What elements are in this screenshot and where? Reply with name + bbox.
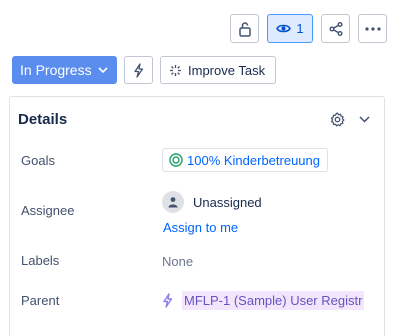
user-icon xyxy=(168,197,178,208)
chevron-down-icon[interactable] xyxy=(359,115,370,123)
issue-toolbar: 1 xyxy=(230,14,387,43)
details-header[interactable]: Details xyxy=(10,97,384,141)
issue-actions: In Progress Improve Task xyxy=(12,56,277,84)
chevron-down-icon xyxy=(98,67,108,73)
improve-task-label: Improve Task xyxy=(188,62,266,78)
assignee-value: Unassigned xyxy=(193,194,262,210)
share-button[interactable] xyxy=(321,14,350,43)
more-actions-button[interactable] xyxy=(358,14,387,43)
lightning-icon xyxy=(134,62,144,78)
assign-to-me-link[interactable]: Assign to me xyxy=(163,220,238,235)
unlock-icon xyxy=(238,21,251,37)
watch-button[interactable]: 1 xyxy=(267,14,313,43)
labels-label: Labels xyxy=(21,253,60,268)
parent-field[interactable]: MFLP-1 (Sample) User Registr xyxy=(162,291,364,310)
share-icon xyxy=(329,21,342,36)
parent-label: Parent xyxy=(21,293,60,308)
restrictions-button[interactable] xyxy=(230,14,259,43)
status-dropdown-button[interactable]: In Progress xyxy=(12,56,117,84)
goal-name: 100% Kinderbetreuung xyxy=(187,152,320,168)
details-title: Details xyxy=(18,110,68,128)
automation-button[interactable] xyxy=(124,56,153,84)
labels-value[interactable]: None xyxy=(162,254,193,269)
assignee-field[interactable]: Unassigned xyxy=(162,191,262,213)
eye-icon xyxy=(276,24,292,33)
goal-chip[interactable]: 100% Kinderbetreuung xyxy=(162,148,328,172)
assignee-label: Assignee xyxy=(21,203,75,218)
goal-target-icon xyxy=(169,153,183,167)
epic-lightning-icon xyxy=(163,293,173,308)
details-panel: Details Goals 100% Kinderbetreuung Assig… xyxy=(9,96,385,336)
goals-label: Goals xyxy=(21,153,55,168)
improve-task-button[interactable]: Improve Task xyxy=(160,56,277,84)
goals-field[interactable]: 100% Kinderbetreuung xyxy=(162,148,328,172)
more-icon xyxy=(364,26,381,31)
sparkle-icon xyxy=(170,64,181,76)
status-label: In Progress xyxy=(20,62,92,78)
watch-count: 1 xyxy=(296,21,304,36)
gear-icon[interactable] xyxy=(330,112,345,127)
parent-issue-link[interactable]: MFLP-1 (Sample) User Registr xyxy=(182,291,364,310)
avatar xyxy=(162,191,184,213)
